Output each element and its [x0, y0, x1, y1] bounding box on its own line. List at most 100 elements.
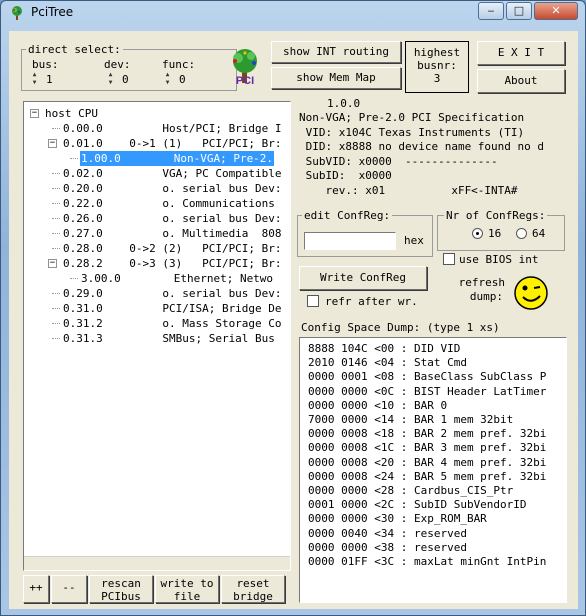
- use-bios-int-label: use BIOS int: [459, 253, 539, 266]
- client-area: direct select: bus: dev: func: ▲ ▼ 1 ▲ ▼ 0…: [9, 31, 578, 609]
- bus-label: bus:: [32, 58, 59, 71]
- tree-node-label: 1.00.0 Non-VGA; Pre-2.: [80, 151, 275, 166]
- tree-connector: [52, 173, 60, 174]
- write-confreg-label: Write ConfReg: [319, 271, 407, 284]
- dump-row: 0000 0000 <28 : Cardbus_CIS_Ptr: [308, 484, 514, 497]
- edit-confreg-title: edit ConfReg:: [302, 209, 393, 222]
- pci-tree-logo-icon: PCI: [233, 49, 257, 87]
- device-info-line: DID: x8888 no device name found no d: [299, 140, 545, 153]
- tree-connector: [70, 158, 78, 159]
- logo-text: PCI: [236, 75, 254, 87]
- bottom-button[interactable]: rescan PCIbus: [89, 575, 153, 603]
- dump-row: 0000 0008 <1C : BAR 3 mem pref. 32bi: [308, 441, 547, 455]
- tree-node-label: 0.31.0 PCI/ISA; Bridge De: [63, 302, 282, 315]
- bottom-button-label: ++: [29, 581, 43, 594]
- refr-after-wr-label: refr after wr.: [325, 295, 418, 308]
- tree-node-label: 0.02.0 VGA; PC Compatible: [63, 167, 282, 180]
- collapse-expander-icon[interactable]: −: [48, 139, 57, 148]
- show-int-routing-button[interactable]: show INT routing: [271, 41, 401, 63]
- tree-node-label: 0.01.0 0->1 (1) PCI/PCI; Br:: [63, 137, 282, 150]
- use-bios-int-checkbox[interactable]: [443, 253, 455, 265]
- bus-value: 1: [46, 73, 53, 86]
- device-info-title: 1.0.0: [325, 97, 363, 110]
- dump-row: 0000 0040 <34 : reserved: [308, 526, 467, 540]
- close-button[interactable]: ✕: [534, 2, 578, 20]
- nr-confregs-title: Nr of ConfRegs:: [444, 209, 548, 222]
- dump-row: 0000 0000 <38 : reserved: [308, 540, 467, 554]
- confreg-input[interactable]: [304, 232, 396, 250]
- dump-row: 0001 0000 <2C : SubID SubVendorID: [308, 498, 527, 512]
- title-bar[interactable]: PciTree ‒ □ ✕: [1, 1, 585, 25]
- tree-node-label: host CPU: [45, 107, 98, 120]
- bottom-button[interactable]: ++: [23, 575, 49, 603]
- maximize-button[interactable]: □: [506, 2, 532, 20]
- bottom-button-label: write to: [160, 577, 214, 590]
- tree-connector: [52, 248, 60, 249]
- confregs-64-radio[interactable]: [516, 228, 527, 239]
- show-mem-map-button[interactable]: show Mem Map: [271, 67, 401, 89]
- tree-connector: [52, 293, 60, 294]
- device-info-line: rev.: x01 xFF<-INTA#: [299, 183, 518, 197]
- bus-spinner[interactable]: ▲ ▼: [30, 71, 39, 87]
- exit-button[interactable]: E X I T: [477, 41, 565, 65]
- highest-busnr-box: highest busnr: 3: [405, 41, 469, 93]
- dump-row: 0000 01FF <3C : maxLat minGnt IntPin: [308, 555, 547, 568]
- dump-row: 0000 0008 <24 : BAR 5 mem pref. 32bi: [308, 469, 547, 483]
- device-info-line: VID: x104C Texas Instruments (TI): [299, 125, 525, 139]
- show-int-routing-label: show INT routing: [283, 45, 389, 58]
- tree-scrollbar[interactable]: [24, 556, 290, 570]
- highest-busnr-label2: busnr:: [417, 59, 457, 72]
- tree-node-label: 0.20.0 o. serial bus Dev:: [63, 182, 282, 195]
- tree-connector: [52, 308, 60, 309]
- func-label: func:: [162, 58, 196, 71]
- bottom-button[interactable]: --: [51, 575, 87, 603]
- bottom-button-label: bridge: [233, 590, 273, 603]
- tree-node-label: 3.00.0 Ethernet; Netwo: [81, 272, 274, 285]
- highest-busnr-label1: highest: [413, 46, 461, 59]
- dump-row: 0000 0000 <0C : BIST Header LatTimer: [308, 384, 547, 398]
- bottom-button[interactable]: write to file: [155, 575, 219, 603]
- tree-connector: [52, 338, 60, 339]
- window-title: PciTree: [31, 5, 74, 19]
- dump-label: dump:: [469, 290, 503, 303]
- bottom-button-label: file: [173, 590, 201, 603]
- smiley-refresh-icon[interactable]: [513, 275, 549, 311]
- tree-node-label: 0.29.0 o. serial bus Dev:: [63, 287, 282, 300]
- device-tree-panel[interactable]: − host CPU 0.00.0 Host/PCI; Bridge I −0.01.…: [23, 101, 291, 571]
- dump-row: 0000 0001 <08 : BaseClass SubClass P: [308, 370, 547, 384]
- dev-spinner[interactable]: ▲ ▼: [106, 71, 115, 87]
- tree-connector: [70, 278, 78, 279]
- func-spinner[interactable]: ▲ ▼: [163, 71, 172, 87]
- bottom-button-label: rescan: [101, 577, 141, 590]
- minimize-button[interactable]: ‒: [478, 2, 504, 20]
- write-confreg-button[interactable]: Write ConfReg: [299, 266, 427, 290]
- func-value: 0: [179, 73, 186, 86]
- tree-node-label: 0.31.2 o. Mass Storage Co: [63, 317, 282, 330]
- dump-row: 0000 0008 <18 : BAR 2 mem pref. 32bi: [308, 427, 547, 441]
- tree-node-label: 0.27.0 o. Multimedia 808: [63, 227, 282, 240]
- confregs-64-label: 64: [532, 227, 546, 240]
- show-mem-map-label: show Mem Map: [296, 71, 376, 84]
- dev-label: dev:: [104, 58, 131, 71]
- confregs-16-radio[interactable]: [472, 228, 483, 239]
- about-button[interactable]: About: [477, 69, 565, 93]
- edit-confreg-group: edit ConfReg: hex: [297, 209, 433, 257]
- tree-connector: [52, 128, 60, 129]
- device-info-group: 1.0.0 Non-VGA; Pre-2.0 PCI Specification…: [295, 97, 565, 201]
- dump-row: 2010 0146 <04 : Stat Cmd: [308, 356, 467, 370]
- dump-row: 0000 0000 <10 : BAR 0: [308, 398, 448, 412]
- refresh-label: refresh: [458, 276, 505, 289]
- direct-select-group: direct select: bus: dev: func: ▲ ▼ 1 ▲ ▼ 0…: [21, 43, 237, 91]
- tree-node-label: 0.22.0 o. Communications: [63, 197, 275, 210]
- tree-connector: [52, 323, 60, 324]
- bottom-button[interactable]: reset bridge: [221, 575, 285, 603]
- device-info-line: SubVID: x0000 --------------: [299, 154, 498, 168]
- collapse-expander-icon[interactable]: −: [30, 109, 39, 118]
- config-dump-panel[interactable]: 8888 104C <00 : DID VID 2010 0146 <04 : S…: [299, 337, 567, 603]
- dump-row: 8888 104C <00 : DID VID: [308, 342, 461, 355]
- refr-after-wr-checkbox[interactable]: [307, 295, 319, 307]
- collapse-expander-icon[interactable]: −: [48, 259, 57, 268]
- hex-label: hex: [404, 234, 424, 247]
- tree-node-label: 0.28.2 0->3 (3) PCI/PCI; Br:: [63, 257, 282, 270]
- dev-value: 0: [122, 73, 129, 86]
